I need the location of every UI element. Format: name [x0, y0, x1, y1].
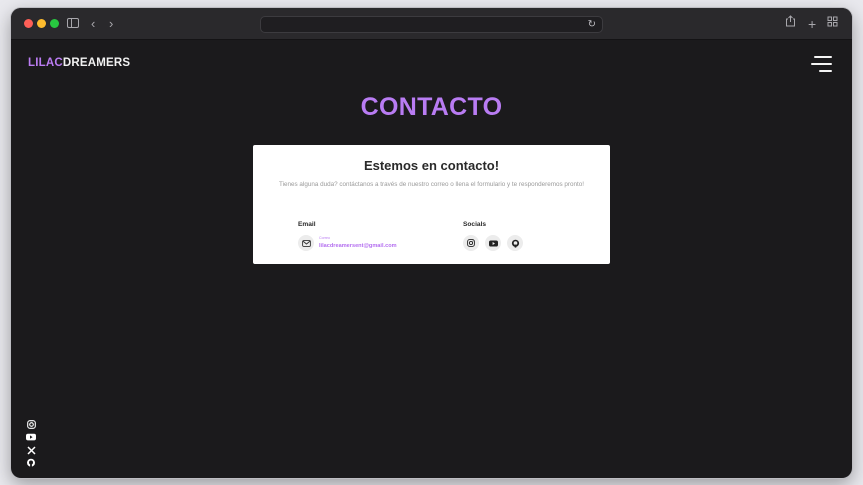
x-icon[interactable] — [26, 445, 36, 455]
card-subtitle: Tienes alguna duda? contáctanos a través… — [279, 181, 584, 188]
instagram-icon[interactable] — [26, 419, 36, 429]
site-logo[interactable]: LILACDREAMERS — [28, 57, 130, 69]
new-tab-icon[interactable]: + — [808, 14, 816, 34]
browser-toolbar: ‹ › ↻ + — [11, 8, 852, 40]
forward-icon[interactable]: › — [109, 14, 113, 34]
tab-overview-icon[interactable] — [827, 13, 838, 33]
instagram-icon[interactable] — [463, 235, 479, 251]
close-window-button[interactable] — [24, 19, 33, 28]
logo-lilac-text: LILAC — [28, 57, 63, 69]
side-social-bar — [26, 419, 36, 471]
sidebar-icon[interactable] — [67, 18, 79, 28]
email-caption: Correo — [319, 236, 330, 240]
browser-window: ‹ › ↻ + LILACDREAMERS CONTACTO Estemos e… — [11, 8, 852, 478]
logo-dreamers-text: DREAMERS — [62, 57, 131, 69]
email-link[interactable]: lilacdreamersent@gmail.com — [319, 243, 397, 249]
back-icon[interactable]: ‹ — [91, 14, 95, 34]
reload-icon[interactable]: ↻ — [588, 17, 596, 32]
card-title: Estemos en contacto! — [363, 158, 500, 173]
contact-card: Estemos en contacto! Tienes alguna duda?… — [253, 145, 610, 264]
github-icon[interactable] — [26, 458, 36, 468]
mail-icon[interactable] — [298, 235, 314, 251]
share-icon[interactable] — [785, 13, 796, 33]
zoom-window-button[interactable] — [50, 19, 59, 28]
page-title: CONTACTO — [360, 93, 503, 121]
socials-section-label: Socials — [463, 221, 487, 228]
hamburger-icon[interactable] — [811, 55, 832, 73]
minimize-window-button[interactable] — [37, 19, 46, 28]
web-page: LILACDREAMERS CONTACTO Estemos en contac… — [11, 41, 852, 478]
youtube-icon[interactable] — [26, 432, 36, 442]
github-icon[interactable] — [507, 235, 523, 251]
email-section-label: Email — [298, 221, 316, 228]
youtube-icon[interactable] — [485, 235, 501, 251]
address-bar[interactable]: ↻ — [260, 16, 603, 33]
